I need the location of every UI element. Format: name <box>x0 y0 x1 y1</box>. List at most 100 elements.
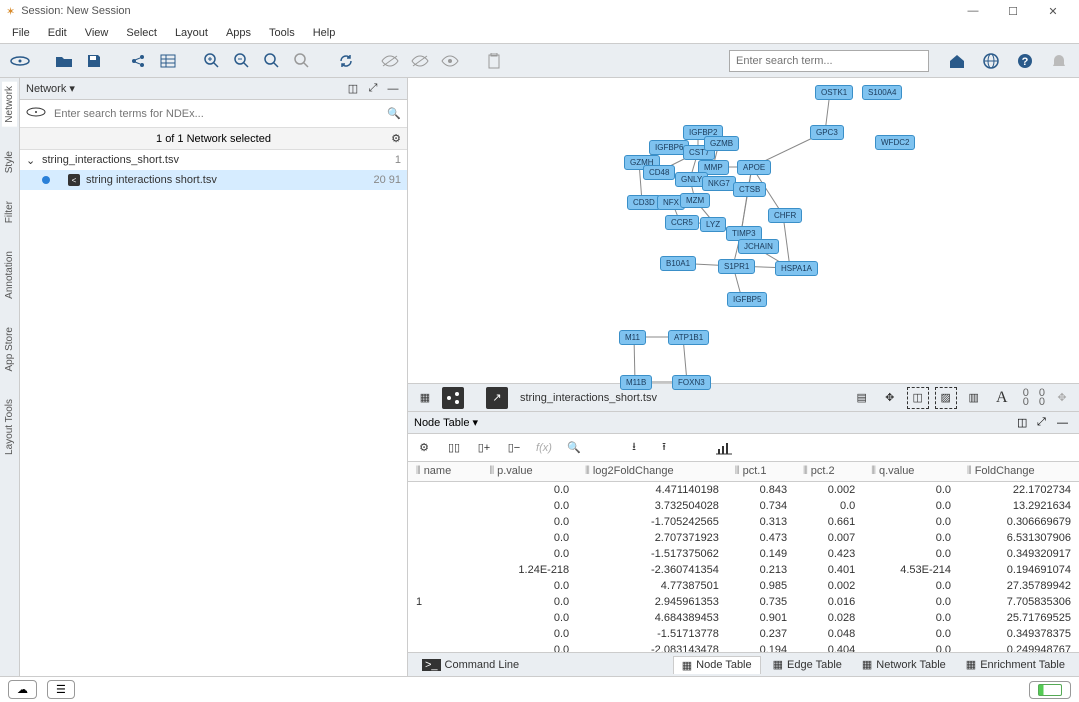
graph-view[interactable]: OSTK1S100A4GPC3WFDC2IGFBP2IGFBP6CST7GZMB… <box>408 78 1079 384</box>
graph-node[interactable]: S1PR1 <box>718 259 755 274</box>
function-icon[interactable]: f(x) <box>534 438 554 458</box>
table-icon[interactable] <box>156 49 180 73</box>
graph-node[interactable]: MZM <box>680 193 710 208</box>
ndex-search-input[interactable] <box>52 106 381 122</box>
graph-node[interactable]: GPC3 <box>810 125 844 140</box>
bell-icon[interactable] <box>1047 49 1071 73</box>
hide-icon[interactable] <box>378 49 402 73</box>
graph-node[interactable]: CCR5 <box>665 215 699 230</box>
graph-node[interactable]: CHFR <box>768 208 802 223</box>
export-table-icon[interactable]: ⭱ <box>654 438 674 458</box>
hide2-icon[interactable] <box>408 49 432 73</box>
search-input[interactable] <box>729 50 929 72</box>
column-header[interactable]: ⫴ log2FoldChange <box>577 462 727 482</box>
graph-node[interactable]: M11B <box>620 375 652 390</box>
table-row[interactable]: 0.0-1.517137780.2370.0480.00.349378375 <box>408 626 1079 642</box>
network-tree-row[interactable]: ⌄string_interactions_short.tsv1 <box>20 150 407 170</box>
gear-icon[interactable]: ⚙ <box>391 132 401 145</box>
menu-select[interactable]: Select <box>118 25 165 41</box>
graph-node[interactable]: GZMB <box>704 136 739 151</box>
table-row[interactable]: 0.04.773875010.9850.0020.027.35789942 <box>408 578 1079 594</box>
column-header[interactable]: ⫴ p.value <box>481 462 577 482</box>
table-row[interactable]: 1.24E-218-2.3607413540.2130.4014.53E-214… <box>408 562 1079 578</box>
dock-icon[interactable]: ◫ <box>345 81 361 97</box>
side-tab-filter[interactable]: Filter <box>2 197 17 227</box>
menu-tools[interactable]: Tools <box>261 25 303 41</box>
hide-labels-icon[interactable]: ▨ <box>935 387 957 409</box>
minimize-panel-icon[interactable]: — <box>385 81 401 97</box>
side-tab-annotation[interactable]: Annotation <box>2 247 17 303</box>
graph-node[interactable]: CD3D <box>627 195 661 210</box>
zoom-fit-icon[interactable] <box>260 49 284 73</box>
menu-layout[interactable]: Layout <box>167 25 216 41</box>
grid-view-icon[interactable]: ▦ <box>414 387 436 409</box>
graph-node[interactable]: LYZ <box>700 217 726 232</box>
export-icon[interactable]: ▤ <box>851 387 873 409</box>
graph-node[interactable]: JCHAIN <box>738 239 779 254</box>
save-icon[interactable] <box>82 49 106 73</box>
menu-edit[interactable]: Edit <box>40 25 75 41</box>
table-float-icon[interactable]: ⤢ <box>1037 416 1053 429</box>
table-row[interactable]: 0.04.6843894530.9010.0280.025.71769525 <box>408 610 1079 626</box>
graph-node[interactable]: NKG7 <box>702 176 736 191</box>
add-column-icon[interactable]: ▯+ <box>474 438 494 458</box>
columns-icon[interactable]: ▯▯ <box>444 438 464 458</box>
graph-node[interactable]: WFDC2 <box>875 135 915 150</box>
search-icon[interactable]: 🔍 <box>387 107 401 120</box>
side-tab-app-store[interactable]: App Store <box>2 323 17 375</box>
table-row[interactable]: 0.0-1.7052425650.3130.6610.00.306669679 <box>408 514 1079 530</box>
home-icon[interactable] <box>945 49 969 73</box>
table-row[interactable]: 0.0-1.5173750620.1490.4230.00.349320917 <box>408 546 1079 562</box>
network-panel-title[interactable]: Network ▾ <box>26 82 341 95</box>
graph-node[interactable]: IGFBP5 <box>727 292 767 307</box>
table-row[interactable]: 0.02.7073719230.4730.0070.06.531307906 <box>408 530 1079 546</box>
chart-icon[interactable] <box>714 438 734 458</box>
globe-icon[interactable] <box>979 49 1003 73</box>
column-header[interactable]: ⫴ q.value <box>863 462 959 482</box>
menu-view[interactable]: View <box>77 25 117 41</box>
always-show-icon[interactable]: ◫ <box>907 387 929 409</box>
memory-indicator[interactable] <box>1029 681 1071 699</box>
annotation-icon[interactable]: A <box>991 387 1013 409</box>
show-graphics-icon[interactable]: ▥ <box>963 387 985 409</box>
maximize-button[interactable]: ☐ <box>993 0 1033 22</box>
jobs-button[interactable]: ☁ <box>8 680 37 699</box>
import-table-icon[interactable]: ⭳ <box>624 438 644 458</box>
graph-node[interactable]: CTSB <box>733 182 766 197</box>
tab-node-table[interactable]: ▦Node Table <box>673 656 761 674</box>
table-row[interactable]: 10.02.9459613530.7350.0160.07.705835306 <box>408 594 1079 610</box>
tab-command-line[interactable]: >_Command Line <box>414 657 527 673</box>
new-session-icon[interactable] <box>8 49 32 73</box>
delete-column-icon[interactable]: ▯− <box>504 438 524 458</box>
network-view-icon[interactable] <box>442 387 464 409</box>
bird-eye-icon[interactable]: ✥ <box>1051 387 1073 409</box>
side-tab-style[interactable]: Style <box>2 147 17 177</box>
column-header[interactable]: ⫴ name <box>408 462 481 482</box>
data-table[interactable]: ⫴ name⫴ p.value⫴ log2FoldChange⫴ pct.1 ⫴ … <box>408 462 1079 652</box>
column-header[interactable]: ⫴ pct.1 <box>727 462 795 482</box>
share-icon[interactable] <box>126 49 150 73</box>
zoom-out-icon[interactable] <box>230 49 254 73</box>
detach-view-icon[interactable]: ↗ <box>486 387 508 409</box>
menu-apps[interactable]: Apps <box>218 25 259 41</box>
menu-help[interactable]: Help <box>305 25 344 41</box>
close-button[interactable]: ✕ <box>1033 0 1073 22</box>
table-search-icon[interactable]: 🔍 <box>564 438 584 458</box>
zoom-selected-icon[interactable] <box>290 49 314 73</box>
table-gear-icon[interactable]: ⚙ <box>414 438 434 458</box>
minimize-button[interactable]: — <box>953 0 993 22</box>
open-icon[interactable] <box>52 49 76 73</box>
tab-edge-table[interactable]: ▦Edge Table <box>765 656 850 674</box>
table-row[interactable]: 0.04.4711401980.8430.0020.022.1702734 <box>408 482 1079 499</box>
table-panel-title[interactable]: Node Table ▾ <box>414 416 1013 429</box>
graph-node[interactable]: B10A1 <box>660 256 696 271</box>
table-dock-icon[interactable]: ◫ <box>1017 416 1033 429</box>
clipboard-icon[interactable] <box>482 49 506 73</box>
log-button[interactable]: ☰ <box>47 680 75 699</box>
graph-node[interactable]: ATP1B1 <box>668 330 709 345</box>
graph-node[interactable]: APOE <box>737 160 771 175</box>
table-minimize-icon[interactable]: — <box>1057 417 1073 429</box>
zoom-in-icon[interactable] <box>200 49 224 73</box>
graph-node[interactable]: OSTK1 <box>815 85 853 100</box>
tab-network-table[interactable]: ▦Network Table <box>854 656 954 674</box>
